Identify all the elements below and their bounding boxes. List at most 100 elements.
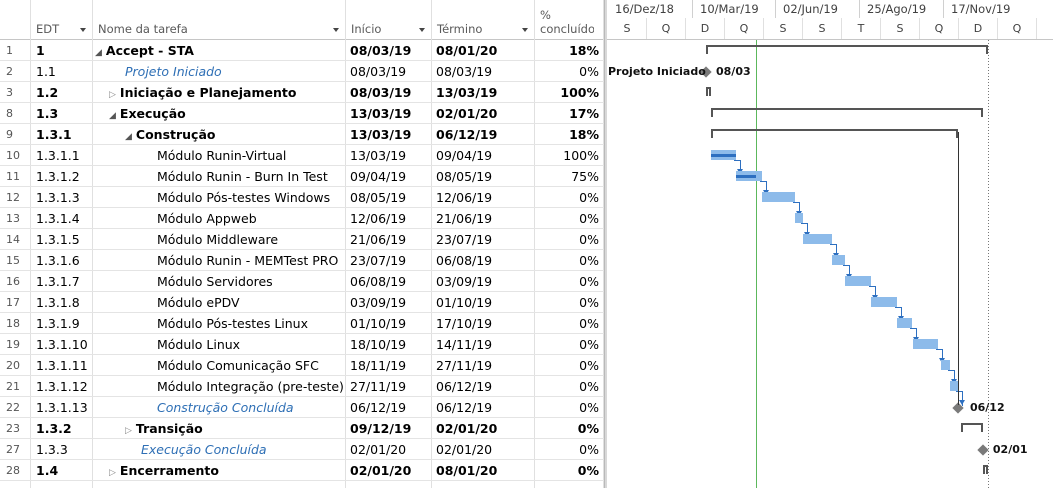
table-row[interactable]: 20 1.3.1.11 Módulo Comunicação SFC 18/11/19… [0,355,604,376]
start-column-header[interactable]: Início [346,0,432,40]
start-date-cell[interactable]: 03/09/19 [346,292,432,312]
start-date-cell[interactable]: 18/10/19 [346,334,432,354]
row-number[interactable]: 10 [0,145,31,165]
end-date-cell[interactable]: 21/06/19 [432,208,535,228]
start-date-cell[interactable]: 08/03/19 [346,40,432,60]
row-number[interactable]: 27 [0,439,31,459]
edt-cell[interactable]: 1.3 [31,103,93,123]
row-number[interactable]: 22 [0,397,31,417]
edt-cell[interactable]: 1.3.1.9 [31,313,93,333]
task-name-cell[interactable]: ◢ Construção [93,124,346,144]
edt-cell[interactable]: 1.3.1.6 [31,250,93,270]
task-name-cell[interactable]: Módulo Linux [93,334,346,354]
summary-bar[interactable] [960,423,983,425]
task-bar[interactable] [941,360,950,370]
end-date-cell[interactable]: 13/03/19 [432,82,535,102]
start-date-cell[interactable]: 13/03/19 [346,124,432,144]
row-number[interactable]: 12 [0,187,31,207]
start-date-cell[interactable]: 21/06/19 [346,229,432,249]
start-date-cell[interactable]: 09/12/19 [346,418,432,438]
table-row[interactable]: 2 1.1 Projeto Iniciado 08/03/19 08/03/19 0% [0,61,604,82]
end-date-cell[interactable]: 08/03/19 [432,61,535,81]
edt-column-header[interactable]: EDT [31,0,93,40]
start-date-cell[interactable]: 18/11/19 [346,355,432,375]
task-name-cell[interactable]: Módulo Middleware [93,229,346,249]
task-bar[interactable] [802,234,833,244]
start-date-cell[interactable]: 13/03/19 [346,103,432,123]
task-name-cell[interactable]: Módulo Integração (pre-teste) [93,376,346,396]
start-date-cell[interactable]: 08/03/19 [346,61,432,81]
table-row-empty[interactable] [0,481,604,488]
end-date-cell[interactable]: 06/12/19 [432,397,535,417]
percent-complete-cell[interactable]: 0% [535,208,604,228]
edt-cell[interactable]: 1.3.1.2 [31,166,93,186]
percent-complete-cell[interactable]: 18% [535,40,604,60]
percent-complete-cell[interactable]: 0% [535,334,604,354]
milestone-diamond-icon[interactable] [977,444,989,456]
task-name-cell[interactable]: Módulo Runin - Burn In Test [93,166,346,186]
collapse-triangle-icon[interactable]: ◢ [125,132,132,142]
expand-triangle-icon[interactable]: ▷ [109,90,116,100]
start-date-cell[interactable]: 13/03/19 [346,145,432,165]
collapse-triangle-icon[interactable]: ◢ [109,111,116,121]
row-number[interactable]: 21 [0,376,31,396]
task-name-cell[interactable]: ◢ Execução [93,103,346,123]
edt-cell[interactable]: 1.3.1.12 [31,376,93,396]
table-row[interactable]: 16 1.3.1.7 Módulo Servidores 06/08/19 03/09/… [0,271,604,292]
start-filter-arrow-icon[interactable] [419,28,425,32]
task-name-cell[interactable]: ◢ Accept - STA [93,40,346,60]
row-number[interactable]: 23 [0,418,31,438]
task-bar[interactable] [794,213,803,223]
empty-cell[interactable] [535,481,604,488]
start-date-cell[interactable]: 06/12/19 [346,397,432,417]
task-bar[interactable] [832,255,846,265]
percent-complete-cell[interactable]: 0% [535,355,604,375]
percent-complete-cell[interactable]: 0% [535,397,604,417]
empty-cell[interactable] [93,481,346,488]
end-date-cell[interactable]: 14/11/19 [432,334,535,354]
table-row[interactable]: 13 1.3.1.4 Módulo Appweb 12/06/19 21/06/19 0% [0,208,604,229]
row-number[interactable]: 16 [0,271,31,291]
percent-complete-cell[interactable]: 0% [535,292,604,312]
table-row[interactable]: 21 1.3.1.12 Módulo Integração (pre-teste) 2… [0,376,604,397]
end-date-cell[interactable]: 06/12/19 [432,124,535,144]
task-name-cell[interactable]: Projeto Iniciado [93,61,346,81]
row-number[interactable]: 9 [0,124,31,144]
row-number[interactable]: 13 [0,208,31,228]
percent-complete-cell[interactable]: 0% [535,313,604,333]
end-date-cell[interactable]: 09/04/19 [432,145,535,165]
task-name-cell[interactable]: Módulo Servidores [93,271,346,291]
task-bar[interactable] [897,318,912,328]
percent-complete-cell[interactable]: 0% [535,439,604,459]
start-date-cell[interactable]: 12/06/19 [346,208,432,228]
edt-cell[interactable]: 1.3.1.13 [31,397,93,417]
table-row[interactable]: 10 1.3.1.1 Módulo Runin-Virtual 13/03/19 09/… [0,145,604,166]
start-date-cell[interactable]: 09/04/19 [346,166,432,186]
end-date-cell[interactable]: 06/08/19 [432,250,535,270]
percent-complete-cell[interactable]: 17% [535,103,604,123]
task-name-cell[interactable]: Módulo ePDV [93,292,346,312]
row-number[interactable]: 3 [0,82,31,102]
empty-cell[interactable] [432,481,535,488]
table-row[interactable]: 28 1.4 ▷ Encerramento 02/01/20 08/01/20 0% [0,460,604,481]
edt-cell[interactable]: 1.3.1.8 [31,292,93,312]
edt-cell[interactable]: 1.3.1.5 [31,229,93,249]
empty-cell[interactable] [0,481,31,488]
percent-complete-cell[interactable]: 0% [535,250,604,270]
table-row[interactable]: 1 1 ◢ Accept - STA 08/03/19 08/01/20 18% [0,40,604,61]
start-date-cell[interactable]: 06/08/19 [346,271,432,291]
pct-column-header[interactable]: % concluído [535,0,604,40]
percent-complete-cell[interactable]: 0% [535,418,604,438]
start-date-cell[interactable]: 27/11/19 [346,376,432,396]
task-name-cell[interactable]: Módulo Pós-testes Linux [93,313,346,333]
task-name-cell[interactable]: Módulo Appweb [93,208,346,228]
task-bar[interactable] [762,192,795,202]
edt-cell[interactable]: 1.3.1.10 [31,334,93,354]
task-bar[interactable] [912,339,938,349]
task-name-cell[interactable]: Módulo Runin - MEMTest PRO [93,250,346,270]
table-row[interactable]: 22 1.3.1.13 Construção Concluída 06/12/19 06… [0,397,604,418]
end-date-cell[interactable]: 08/01/20 [432,40,535,60]
start-date-cell[interactable]: 02/01/20 [346,460,432,480]
table-row[interactable]: 9 1.3.1 ◢ Construção 13/03/19 06/12/19 18% [0,124,604,145]
row-number[interactable]: 18 [0,313,31,333]
